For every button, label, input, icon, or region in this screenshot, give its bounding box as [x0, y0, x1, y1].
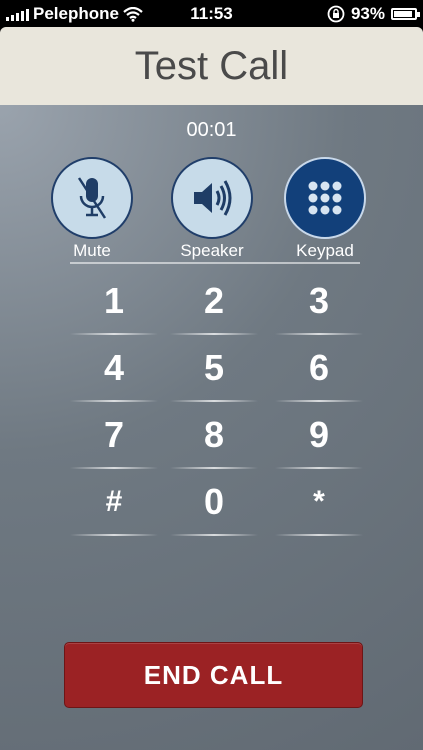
call-screen: 00:01 Mute Speaker Keypad 1 2 3 4 5 6 7 …	[0, 105, 423, 750]
call-timer: 00:01	[186, 119, 237, 141]
controls-divider	[70, 262, 360, 264]
key-9[interactable]: 9	[275, 409, 363, 473]
title-bar: Test Call	[0, 27, 423, 105]
key-7[interactable]: 7	[70, 409, 158, 473]
key-0[interactable]: 0	[170, 476, 258, 540]
speaker-label: Speaker	[180, 241, 244, 260]
key-6[interactable]: 6	[275, 342, 363, 406]
battery-icon	[391, 8, 420, 20]
key-4[interactable]: 4	[70, 342, 158, 406]
keypad-circle[interactable]	[284, 157, 366, 239]
key-1[interactable]: 1	[70, 275, 158, 339]
keypad-button[interactable]: Keypad	[280, 157, 370, 261]
key-star[interactable]: *	[275, 476, 363, 540]
status-bar: Pelephone 11:53 93%	[0, 0, 423, 27]
page-title: Test Call	[134, 43, 289, 88]
rotation-lock-icon	[327, 5, 345, 23]
keypad-icon	[308, 181, 342, 215]
speaker-button[interactable]: Speaker	[167, 157, 257, 261]
mute-label: Mute	[73, 241, 111, 260]
key-8[interactable]: 8	[170, 409, 258, 473]
battery-percent: 93%	[350, 4, 385, 23]
key-hash[interactable]: #	[70, 476, 158, 540]
key-5[interactable]: 5	[170, 342, 258, 406]
speaker-circle[interactable]	[171, 157, 253, 239]
speaker-icon	[194, 180, 232, 216]
key-3[interactable]: 3	[275, 275, 363, 339]
mute-button[interactable]: Mute	[47, 157, 137, 261]
key-2[interactable]: 2	[170, 275, 258, 339]
battery-group: 93%	[327, 4, 420, 24]
end-call-label: END CALL	[143, 659, 284, 690]
keypad-label: Keypad	[296, 241, 354, 260]
end-call-button[interactable]: END CALL	[64, 642, 363, 708]
mic-muted-icon	[77, 177, 107, 219]
mute-circle[interactable]	[51, 157, 133, 239]
